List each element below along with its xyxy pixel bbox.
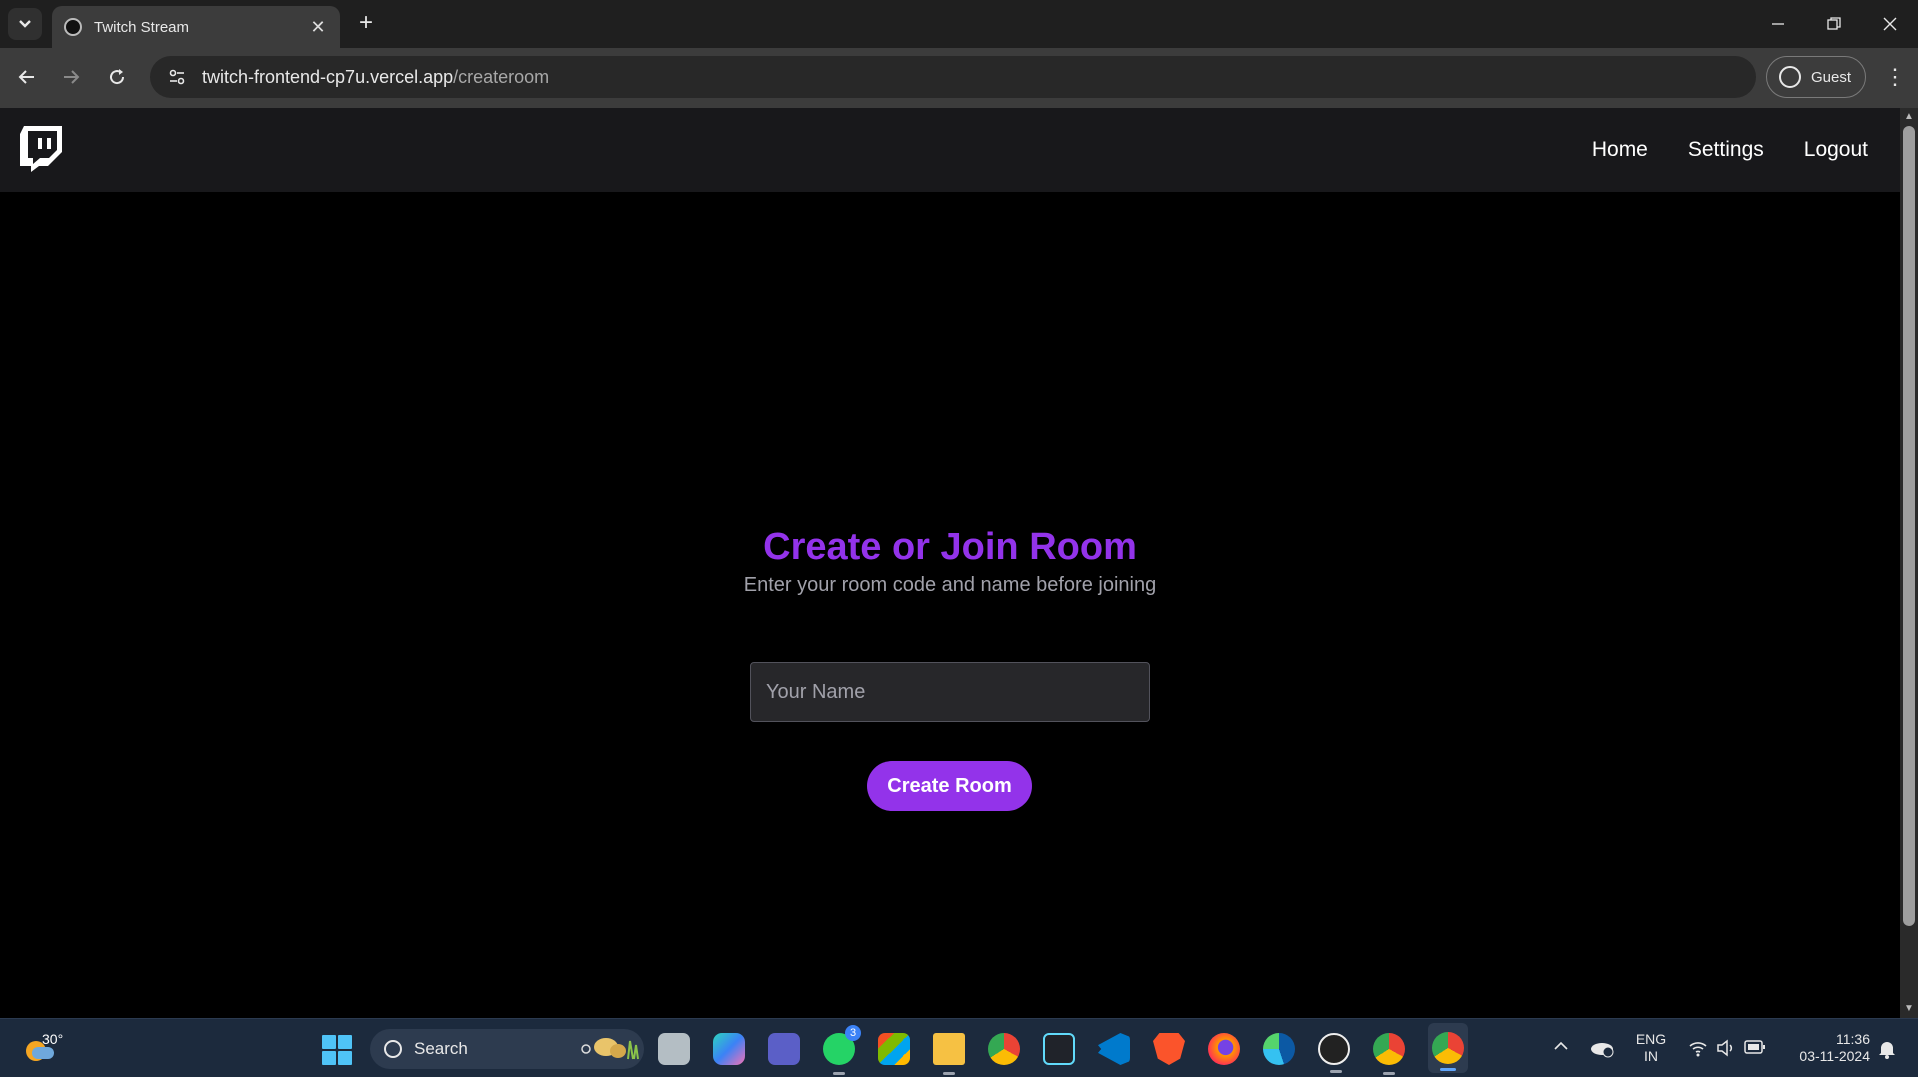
create-room-panel: Create or Join Room Enter your room code… — [0, 108, 1900, 1018]
media-player-icon[interactable] — [1318, 1033, 1350, 1073]
arrow-right-icon — [64, 70, 80, 84]
browser-tab-active[interactable]: Twitch Stream ✕ — [52, 6, 340, 48]
clock-time: 11:36 — [1836, 1031, 1870, 1047]
file-explorer-icon[interactable] — [933, 1033, 965, 1075]
running-indicator — [1383, 1072, 1395, 1075]
page-scrollbar[interactable]: ▲ ▼ — [1900, 108, 1918, 1018]
copilot-icon[interactable] — [713, 1033, 745, 1065]
firefox-icon[interactable] — [1208, 1033, 1240, 1065]
minimize-button[interactable] — [1758, 8, 1798, 40]
search-highlight-art-icon — [581, 1038, 639, 1060]
teams-icon[interactable] — [768, 1033, 800, 1065]
reload-icon — [110, 69, 125, 85]
weather-cloud-icon — [32, 1047, 54, 1059]
battery-icon[interactable] — [1744, 1040, 1766, 1054]
weather-widget[interactable]: 30° — [22, 1031, 72, 1065]
scroll-down-icon[interactable]: ▼ — [1904, 1004, 1914, 1014]
edge-icon[interactable] — [1263, 1033, 1295, 1065]
create-room-button[interactable]: Create Room — [867, 761, 1032, 811]
language-indicator[interactable]: ENG IN — [1630, 1031, 1672, 1065]
clock-date: 03-11-2024 — [1799, 1048, 1870, 1064]
address-bar[interactable]: twitch-frontend-cp7u.vercel.app/createro… — [150, 56, 1756, 98]
windows-logo-icon — [322, 1035, 336, 1049]
arrow-left-icon — [18, 70, 34, 84]
restore-button[interactable] — [1814, 8, 1854, 40]
running-indicator — [833, 1072, 845, 1075]
tab-search-button[interactable] — [8, 8, 42, 40]
taskbar-search-label: Search — [414, 1039, 468, 1058]
tab-title: Twitch Stream — [94, 18, 190, 36]
weather-temp: 30° — [42, 1031, 64, 1047]
scroll-thumb[interactable] — [1903, 126, 1915, 926]
page-subtitle: Enter your room code and name before joi… — [743, 574, 1157, 596]
url-host: twitch-frontend-cp7u.vercel.app — [202, 66, 454, 87]
tab-close-icon[interactable]: ✕ — [308, 17, 328, 38]
whatsapp-icon[interactable]: 3 — [823, 1025, 861, 1075]
whatsapp-badge: 3 — [845, 1025, 861, 1041]
url-path: /createroom — [453, 66, 550, 87]
chevron-down-icon — [19, 20, 31, 28]
reload-button[interactable] — [102, 62, 132, 92]
notification-bell-icon[interactable] — [1878, 1039, 1896, 1059]
tray-overflow-chevron-up-icon[interactable] — [1554, 1041, 1568, 1051]
start-button[interactable] — [322, 1035, 352, 1065]
chrome-dev-icon[interactable] — [1373, 1033, 1405, 1075]
page-viewport: Home Settings Logout Create or Join Room… — [0, 108, 1900, 1018]
twitch-favicon-icon — [64, 18, 82, 36]
running-indicator — [1330, 1070, 1342, 1073]
wifi-icon[interactable] — [1688, 1039, 1708, 1057]
close-icon — [1883, 17, 1897, 31]
clock[interactable]: 11:36 03-11-2024 — [1776, 1031, 1870, 1065]
vscode-icon[interactable] — [1098, 1033, 1130, 1065]
restore-icon — [1827, 17, 1841, 30]
lang-line2: IN — [1644, 1048, 1658, 1064]
chrome-active-icon — [1432, 1032, 1464, 1064]
page-title: Create or Join Room — [763, 526, 1137, 568]
search-icon — [384, 1040, 402, 1058]
chrome-icon[interactable] — [988, 1033, 1020, 1065]
browser-tab-strip: Twitch Stream ✕ + — [0, 0, 1918, 48]
minimize-icon — [1772, 23, 1784, 25]
name-input[interactable] — [750, 662, 1150, 722]
browser-toolbar: twitch-frontend-cp7u.vercel.app/createro… — [0, 48, 1918, 108]
volume-icon[interactable] — [1716, 1039, 1736, 1057]
back-button[interactable] — [12, 62, 42, 92]
scroll-up-icon[interactable]: ▲ — [1904, 112, 1914, 122]
active-indicator — [1440, 1068, 1456, 1071]
task-view-icon[interactable] — [658, 1033, 690, 1065]
new-tab-button[interactable]: + — [352, 10, 380, 38]
forward-button[interactable] — [56, 62, 86, 92]
lang-line1: ENG — [1635, 1031, 1667, 1047]
running-indicator — [943, 1072, 955, 1075]
profile-label: Guest — [1811, 68, 1852, 86]
chrome-active-slot[interactable] — [1428, 1023, 1468, 1073]
brave-icon[interactable] — [1153, 1033, 1185, 1065]
browser-menu-icon[interactable]: ⋮ — [1880, 62, 1910, 92]
profile-avatar-icon — [1779, 66, 1801, 88]
site-info-icon[interactable] — [164, 64, 190, 90]
close-window-button[interactable] — [1870, 8, 1910, 40]
store-icon[interactable] — [878, 1033, 910, 1065]
profile-button[interactable]: Guest — [1766, 56, 1866, 98]
onedrive-icon[interactable] — [1590, 1037, 1614, 1059]
react-devtools-icon[interactable] — [1043, 1033, 1075, 1065]
windows-taskbar: 30° Search 3 ENG IN 11:36 03-11-2024 — [0, 1018, 1918, 1077]
